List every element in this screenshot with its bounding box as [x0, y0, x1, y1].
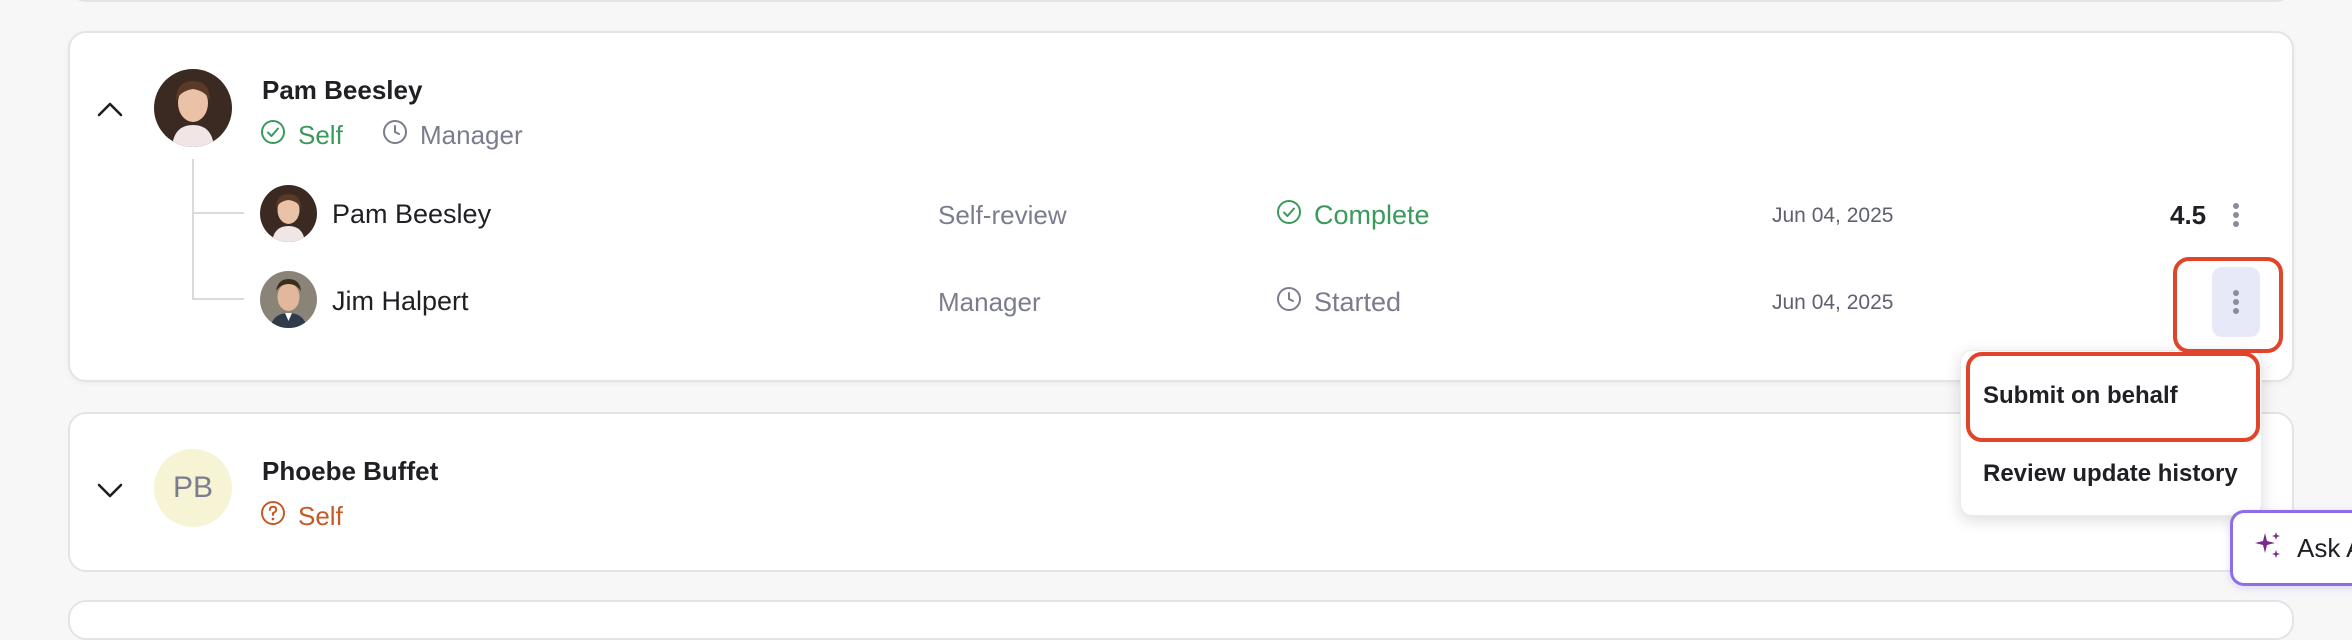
review-score: 4.5 [2170, 200, 2207, 230]
submit-on-behalf-menu-item[interactable]: Submit on behalf [1961, 361, 2261, 431]
expand-chevron-down-icon[interactable] [90, 471, 130, 511]
clock-icon [1276, 286, 1302, 319]
status-label: Started [1314, 287, 1402, 317]
tree-connector [192, 212, 244, 214]
card-below [68, 600, 2294, 640]
sparkle-icon [2253, 530, 2283, 567]
tree-connector [192, 298, 244, 300]
card-above [68, 0, 2294, 2]
tag-label: Manager [420, 120, 523, 150]
clock-icon [382, 119, 408, 152]
reviewer-name: Jim Halpert [332, 286, 469, 316]
review-update-history-menu-item[interactable]: Review update history [1961, 439, 2261, 509]
reviewer-avatar [260, 271, 317, 328]
ask-ai-button[interactable]: Ask A [2230, 510, 2352, 586]
check-circle-icon [1276, 199, 1302, 232]
ask-ai-label: Ask A [2297, 532, 2352, 563]
review-date: Jun 04, 2025 [1772, 291, 1894, 314]
collapse-chevron-up-icon[interactable] [90, 89, 130, 129]
review-date: Jun 04, 2025 [1772, 204, 1894, 227]
review-type: Self-review [938, 200, 1067, 230]
more-options-icon[interactable] [2216, 195, 2256, 235]
tag-label: Self [298, 120, 343, 150]
tag-label: Self [298, 501, 343, 531]
avatar [154, 69, 232, 147]
more-options-icon[interactable] [2212, 267, 2260, 337]
self-status-tag: Self [260, 500, 343, 533]
review-type: Manager [938, 287, 1041, 317]
review-status: Complete [1276, 199, 1430, 232]
reviewer-avatar [260, 185, 317, 242]
reviewer-name: Pam Beesley [332, 199, 492, 229]
question-circle-icon [260, 500, 286, 533]
review-group-card: Pam Beesley Self Manager Pam Beesley Sel… [68, 31, 2294, 382]
employee-name: Phoebe Buffet [262, 456, 439, 486]
check-circle-icon [260, 119, 286, 152]
manager-status-tag: Manager [382, 119, 523, 152]
avatar: PB [154, 449, 232, 527]
more-options-menu: Submit on behalf Review update history [1960, 350, 2262, 516]
employee-name: Pam Beesley [262, 75, 423, 105]
status-label: Complete [1314, 200, 1430, 230]
self-status-tag: Self [260, 119, 343, 152]
review-status: Started [1276, 286, 1401, 319]
tree-connector [192, 159, 194, 299]
